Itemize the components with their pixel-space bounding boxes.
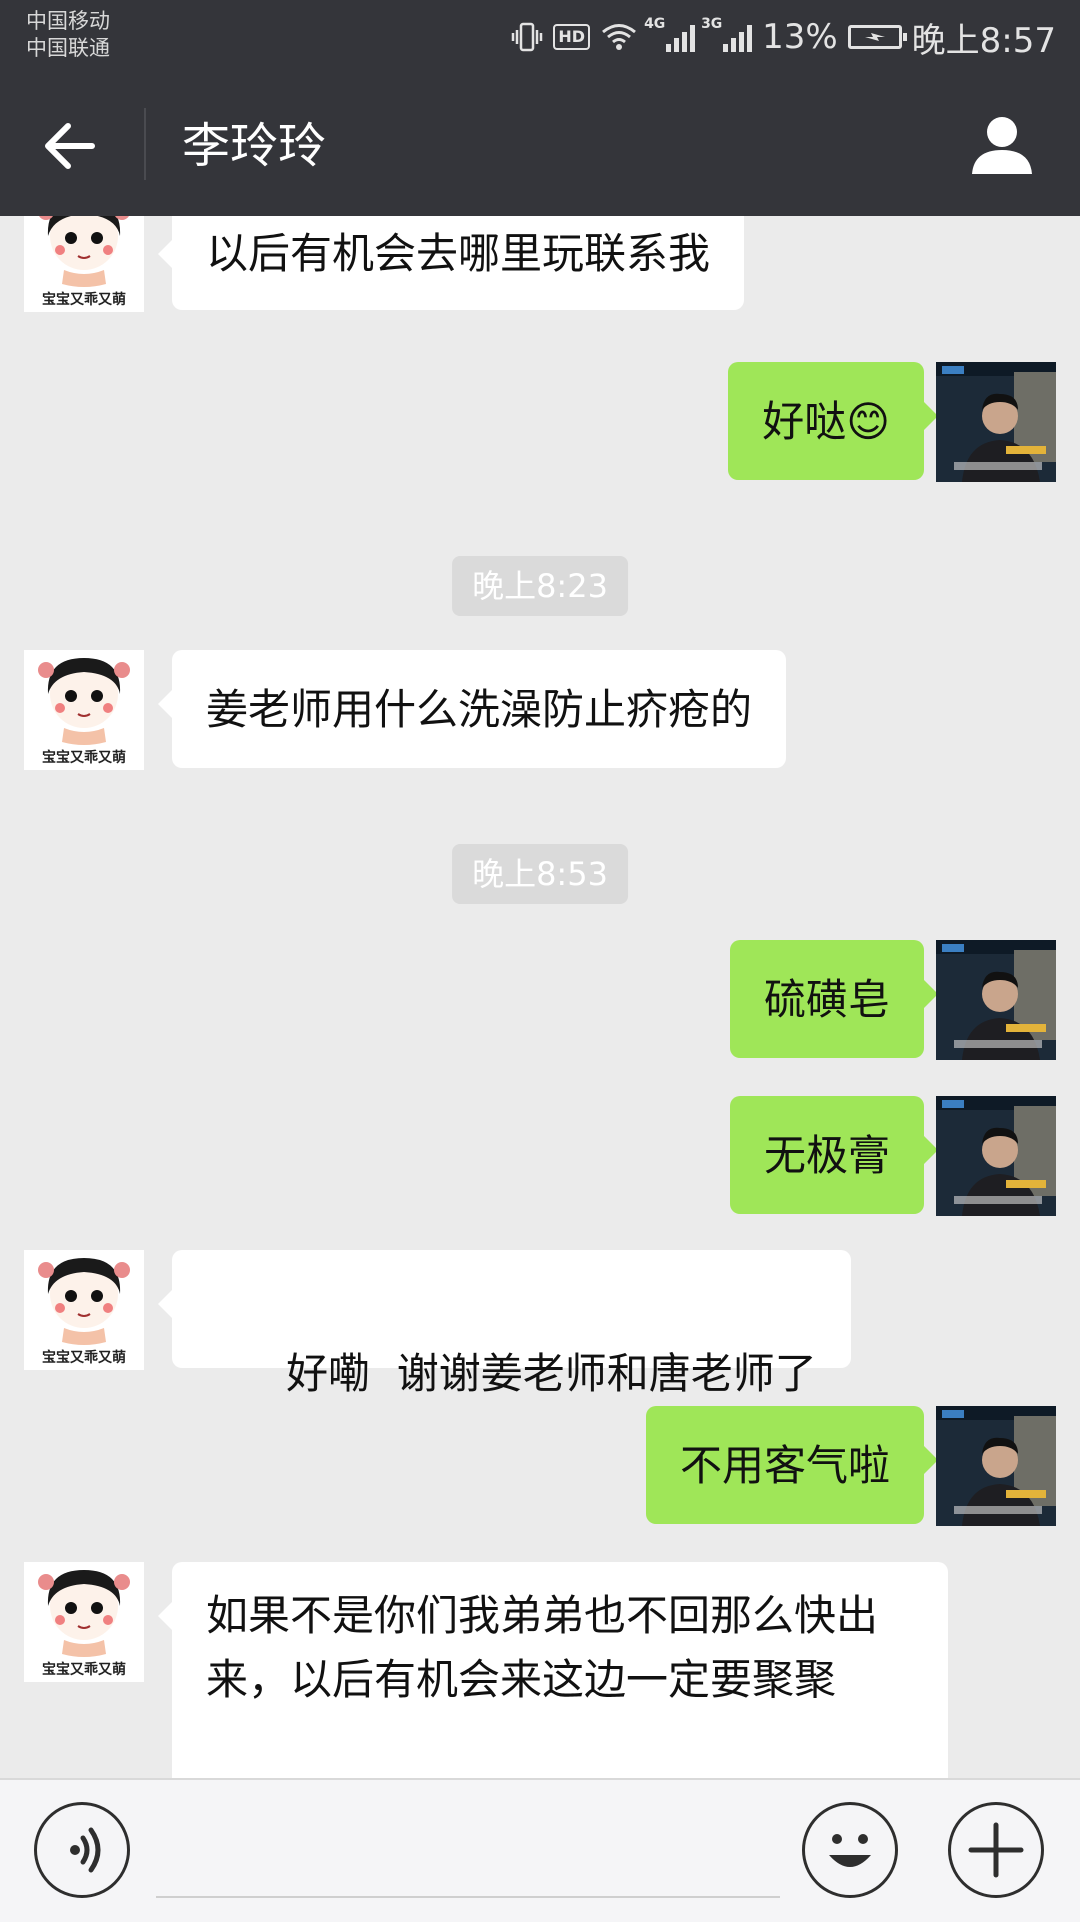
contact-avatar[interactable]: 宝宝又乖又萌: [24, 1250, 144, 1370]
outgoing-message[interactable]: 硫磺皂: [729, 940, 939, 1058]
hd-badge: HD: [553, 24, 591, 50]
svg-text:宝宝又乖又萌: 宝宝又乖又萌: [42, 749, 126, 766]
message-list[interactable]: 宝宝又乖又萌 以后有机会去哪里玩联系我 好哒😊 晚上8:23 宝宝又乖又萌 姜老…: [0, 216, 1080, 1778]
incoming-message[interactable]: 姜老师用什么洗澡防止疥疮的: [157, 650, 787, 768]
incoming-message[interactable]: 以后有机会去哪里玩联系我: [157, 216, 745, 310]
input-bar: [0, 1778, 1080, 1922]
status-bar: 中国移动 中国联通 HD 4G 3G 13% 晚上8:57: [0, 0, 1080, 72]
signal-3g-icon: 3G: [701, 16, 753, 52]
contact-avatar[interactable]: 宝宝又乖又萌: [24, 1562, 144, 1682]
status-icons: HD 4G 3G 13% 晚上8:57: [511, 14, 1056, 61]
battery-icon: [847, 25, 907, 49]
contact-name: 李玲玲: [182, 118, 327, 174]
header-divider: [144, 108, 146, 180]
clock: 晚上8:57: [911, 20, 1056, 61]
person-icon[interactable]: [968, 110, 1036, 178]
my-avatar[interactable]: [936, 1096, 1056, 1216]
my-avatar[interactable]: [936, 1406, 1056, 1526]
carrier-2: 中国联通: [26, 36, 110, 60]
timestamp: 晚上8:53: [452, 844, 628, 904]
carrier-labels: 中国移动 中国联通: [26, 8, 110, 62]
battery-percent: 13%: [762, 17, 838, 57]
message-input[interactable]: [156, 1896, 780, 1898]
chat-header: 李玲玲: [0, 72, 1080, 216]
vibrate-icon: [512, 22, 543, 52]
incoming-message[interactable]: 好嘞 谢谢姜老师和唐老师了: [158, 1250, 851, 1398]
outgoing-message[interactable]: 不用客气啦: [645, 1406, 939, 1524]
outgoing-message[interactable]: 无极膏: [729, 1096, 939, 1214]
arrow-left-icon[interactable]: [40, 116, 100, 176]
carrier-1: 中国移动: [26, 9, 110, 33]
svg-text:宝宝又乖又萌: 宝宝又乖又萌: [42, 1661, 126, 1678]
my-avatar[interactable]: [936, 362, 1056, 482]
outgoing-message[interactable]: 好哒😊: [728, 362, 938, 480]
plus-icon[interactable]: [948, 1802, 1044, 1898]
contact-avatar[interactable]: 宝宝又乖又萌: [24, 216, 144, 312]
voice-icon[interactable]: [34, 1802, 130, 1898]
wifi-icon: [602, 24, 637, 50]
timestamp: 晚上8:23: [452, 556, 628, 616]
my-avatar[interactable]: [936, 940, 1056, 1060]
contact-avatar[interactable]: 宝宝又乖又萌: [24, 650, 144, 770]
svg-text:宝宝又乖又萌: 宝宝又乖又萌: [42, 291, 126, 308]
signal-4g-icon: 4G: [644, 16, 696, 52]
incoming-message[interactable]: 如果不是你们我弟弟也不回那么快出来，以后有机会来这边一定要聚聚: [158, 1562, 948, 1778]
emoji-icon[interactable]: [802, 1802, 898, 1898]
svg-text:宝宝又乖又萌: 宝宝又乖又萌: [42, 1349, 126, 1366]
